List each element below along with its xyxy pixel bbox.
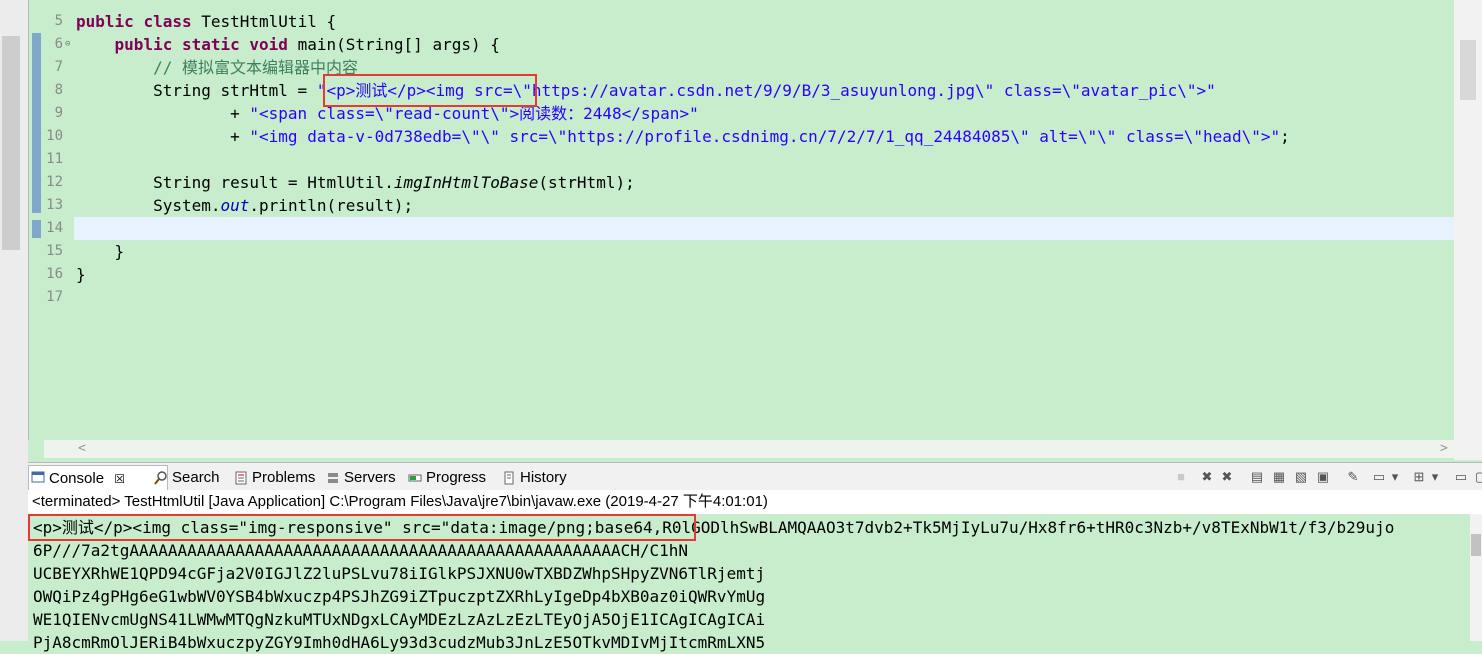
- tab-console[interactable]: Console ☒: [28, 465, 168, 492]
- code-token: ;: [1280, 127, 1290, 146]
- code-line: }: [76, 240, 125, 263]
- line-number: 12: [46, 174, 63, 190]
- bottom-panel-tabs: Console ☒ Search Problems Servers Progre…: [28, 462, 1482, 492]
- tab-label: Servers: [344, 469, 396, 486]
- line-number: 14: [46, 220, 63, 236]
- line-number: 9: [54, 105, 63, 121]
- code-token: "<img data-v-0d738edb=\"\" src=\"https:/…: [249, 127, 1281, 146]
- code-line: + "<img data-v-0d738edb=\"\" src=\"https…: [76, 125, 1290, 148]
- code-token: void: [249, 35, 298, 54]
- highlight-box-source: [323, 74, 537, 107]
- left-trim-thumb[interactable]: [2, 36, 20, 250]
- code-token: out: [220, 196, 250, 215]
- console-status-line: <terminated> TestHtmlUtil [Java Applicat…: [28, 490, 1482, 514]
- code-token: static: [181, 35, 250, 54]
- tab-label: Progress: [426, 469, 487, 486]
- highlight-box-output: [28, 514, 696, 541]
- code-line: }: [76, 263, 86, 286]
- console-line: OWQiPz4gPHg6eG1wbWV0YSB4bWxuczp4PSJhZG9i…: [33, 587, 766, 606]
- line-number: 15: [46, 243, 63, 259]
- open-console-icon[interactable]: ⊞: [1411, 469, 1427, 485]
- show-console-icon[interactable]: ▣: [1315, 469, 1331, 485]
- overview-ruler: [29, 0, 43, 440]
- code-token: +: [76, 104, 250, 123]
- minimize-icon[interactable]: ▭: [1453, 469, 1469, 485]
- code-token: .println(result);: [249, 196, 414, 215]
- console-line: UCBEYXRhWE1QPD94cGFja2V0IGJlZ2luPSLvu78i…: [33, 564, 766, 583]
- code-line: String strHtml = "<p>测试</p><img src=\"ht…: [76, 79, 1216, 102]
- left-trim-bar: [0, 0, 28, 641]
- maximize-icon[interactable]: ▢: [1473, 469, 1482, 485]
- tab-history[interactable]: History: [500, 467, 596, 489]
- code-token: System.: [76, 196, 221, 215]
- code-token: String result = HtmlUtil.: [76, 173, 394, 192]
- change-marker: [32, 220, 41, 238]
- remove-launch-icon[interactable]: ✖: [1199, 469, 1215, 485]
- line-number: 16: [46, 266, 63, 282]
- code-token: public: [76, 12, 144, 31]
- line-number: 17: [46, 289, 63, 305]
- close-icon[interactable]: ☒: [114, 472, 125, 486]
- code-token: TestHtmlUtil {: [201, 12, 337, 31]
- code-editor[interactable]: 5 public class TestHtmlUtil { 6 ⊖ public st…: [28, 0, 1482, 440]
- code-line: String result = HtmlUtil.imgInHtmlToBase…: [76, 171, 635, 194]
- pin-console-icon[interactable]: ✎: [1345, 469, 1361, 485]
- console-vertical-scrollbar[interactable]: [1470, 514, 1482, 641]
- line-number: 11: [46, 151, 63, 167]
- code-token: (strHtml);: [538, 173, 635, 192]
- editor-vertical-scrollbar[interactable]: [1454, 0, 1482, 460]
- console-icon: [31, 471, 45, 483]
- tab-label: Search: [172, 469, 220, 486]
- word-wrap-icon[interactable]: ▧: [1293, 469, 1309, 485]
- line-number: 7: [54, 59, 63, 75]
- line-number: 13: [46, 197, 63, 213]
- display-console-icon[interactable]: ▭: [1371, 469, 1387, 485]
- progress-icon: [408, 474, 422, 482]
- remove-all-terminated-icon[interactable]: ✖: [1219, 469, 1235, 485]
- code-token: class: [143, 12, 202, 31]
- terminate-icon[interactable]: ■: [1173, 469, 1189, 485]
- code-token: +: [76, 127, 250, 146]
- line-number: 6: [54, 36, 63, 52]
- code-token: String strHtml =: [76, 81, 317, 100]
- line-number: 10: [46, 128, 63, 144]
- tab-label: Console: [49, 470, 105, 487]
- console-scroll-thumb[interactable]: [1471, 534, 1481, 556]
- chevron-down-icon[interactable]: ▾: [1387, 469, 1403, 485]
- code-token: imgInHtmlToBase: [393, 173, 539, 192]
- code-token: public: [114, 35, 182, 54]
- console-line: WE1QIENvcmUgNS41LWMwMTQgNzkuMTUxNDgxLCAy…: [33, 610, 766, 629]
- code-line: public class TestHtmlUtil {: [76, 10, 336, 33]
- history-icon: [504, 471, 514, 485]
- search-icon: [154, 471, 167, 485]
- tab-label: Problems: [252, 469, 316, 486]
- line-number: 5: [54, 13, 63, 29]
- line-number: 8: [54, 82, 63, 98]
- clear-console-icon[interactable]: ▤: [1249, 469, 1265, 485]
- code-token: }: [76, 265, 86, 284]
- scroll-right-icon[interactable]: >: [1440, 440, 1448, 458]
- code-token: }: [76, 242, 125, 261]
- console-output[interactable]: <p>测试</p><img class="img-responsive" src…: [28, 514, 1470, 652]
- console-line: PjA8cmRmOlJERiB4bWxuczpyZGY9Imh0dHA6Ly93…: [33, 633, 766, 652]
- servers-icon: [328, 473, 338, 483]
- code-line: public static void main(String[] args) {: [76, 33, 500, 56]
- code-line: // 模拟富文本编辑器中内容: [76, 56, 358, 79]
- code-line: System.out.println(result);: [76, 194, 413, 217]
- current-line-highlight: [74, 217, 1482, 240]
- fold-toggle-icon[interactable]: ⊖: [65, 33, 70, 56]
- problems-icon: [235, 471, 247, 485]
- editor-scroll-thumb[interactable]: [1460, 40, 1476, 100]
- console-line: 6P///7a2tgAAAAAAAAAAAAAAAAAAAAAAAAAAAAAA…: [33, 541, 689, 560]
- scroll-left-icon[interactable]: <: [78, 440, 86, 458]
- tab-label: History: [520, 469, 567, 486]
- change-marker: [32, 33, 41, 213]
- editor-horizontal-scrollbar[interactable]: < >: [44, 440, 1454, 458]
- chevron-down-icon[interactable]: ▾: [1427, 469, 1443, 485]
- scroll-lock-icon[interactable]: ▦: [1271, 469, 1287, 485]
- code-token: main(String[] args) {: [297, 35, 500, 54]
